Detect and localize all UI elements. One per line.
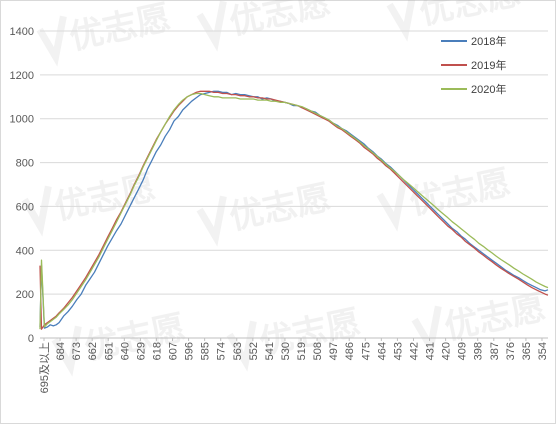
- line-chart: 优志愿 优志愿 优志愿优志愿 优志愿 优志愿优志愿 优志愿 优志愿0200400600800…: [10, 0, 549, 393]
- x-tick-label: 640: [119, 342, 131, 360]
- x-tick-label: 596: [184, 342, 196, 360]
- checkmark-v-icon: [386, 0, 417, 42]
- y-tick-label: 0: [28, 333, 34, 345]
- x-tick-label: 508: [312, 342, 324, 360]
- x-tick-label: 552: [248, 342, 260, 360]
- x-tick-label: 420: [441, 342, 453, 360]
- x-tick-label: 574: [216, 342, 228, 360]
- x-tick-label: 695及以上: [38, 342, 51, 393]
- x-tick-label: 387: [489, 342, 501, 360]
- watermark: 优志愿: [36, 0, 174, 67]
- x-tick-label: 376: [505, 342, 517, 360]
- x-tick-label: 497: [328, 342, 340, 360]
- watermark: 优志愿: [386, 0, 524, 42]
- watermark: 优志愿: [51, 308, 189, 377]
- y-tick-label: 1400: [10, 26, 34, 38]
- watermark-text: 优志愿: [441, 288, 549, 348]
- x-tick-label: 651: [103, 342, 115, 360]
- y-tick-label: 600: [16, 201, 34, 213]
- x-tick-label: 607: [168, 342, 180, 360]
- watermark: 优志愿: [196, 178, 334, 247]
- x-tick-label: 618: [151, 342, 163, 360]
- x-tick-label: 453: [392, 342, 404, 360]
- x-tick-label: 563: [232, 342, 244, 360]
- y-tick-label: 1200: [10, 70, 34, 82]
- x-tick-label: 541: [264, 342, 276, 360]
- watermark-text: 优志愿: [226, 178, 334, 238]
- x-tick-label: 431: [425, 342, 437, 360]
- x-tick-label: 673: [71, 342, 83, 360]
- x-tick-label: 442: [408, 342, 420, 360]
- watermark-text: 优志愿: [226, 0, 334, 43]
- x-tick-label: 519: [296, 342, 308, 360]
- y-tick-label: 800: [16, 158, 34, 170]
- watermark-text: 优志愿: [66, 0, 174, 58]
- x-tick-label: 398: [473, 342, 485, 360]
- legend-label: 2019年: [471, 58, 506, 72]
- watermark: 优志愿: [376, 163, 514, 232]
- watermark-text: 优志愿: [406, 163, 514, 223]
- x-tick-label: 684: [55, 342, 67, 360]
- legend-label: 2020年: [471, 82, 506, 96]
- watermark-text: 优志愿: [51, 168, 159, 228]
- watermark: 优志愿: [196, 0, 334, 52]
- legend-label: 2018年: [471, 34, 506, 48]
- y-tick-label: 1000: [10, 114, 34, 126]
- watermark-text: 优志愿: [416, 0, 524, 33]
- y-tick-label: 400: [16, 245, 34, 257]
- y-tick-label: 200: [16, 289, 34, 301]
- x-tick-label: 464: [376, 342, 388, 360]
- legend: 2018年 2019年 2020年: [441, 34, 506, 96]
- x-tick-label: 486: [344, 342, 356, 360]
- x-tick-label: 585: [200, 342, 212, 360]
- x-tick-label: 354: [537, 342, 549, 360]
- watermark-layer: 优志愿 优志愿 优志愿优志愿 优志愿 优志愿优志愿 优志愿 优志愿: [21, 0, 549, 377]
- x-tick-label: 629: [135, 342, 147, 360]
- x-tick-label: 475: [360, 342, 372, 360]
- x-tick-label: 365: [521, 342, 533, 360]
- x-tick-label: 530: [280, 342, 292, 360]
- x-tick-label: 409: [457, 342, 469, 360]
- x-tick-label: 662: [87, 342, 99, 360]
